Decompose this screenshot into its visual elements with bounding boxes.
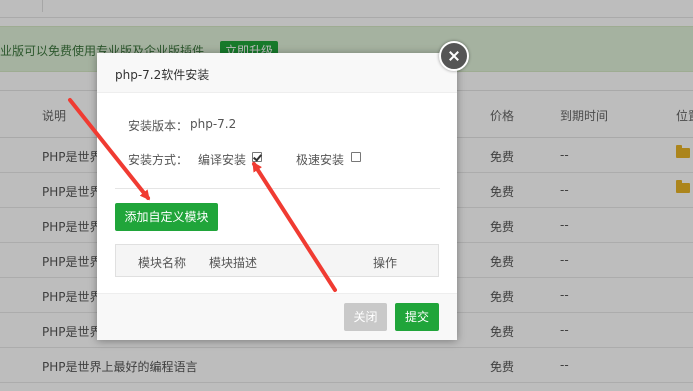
compile-install-checkbox[interactable] bbox=[252, 152, 262, 162]
version-value: php-7.2 bbox=[190, 117, 237, 131]
dialog-title: php-7.2软件安装 bbox=[115, 68, 210, 82]
install-dialog: php-7.2软件安装 安装版本： php-7.2 安装方式： 编译安装 极速安… bbox=[97, 53, 457, 340]
add-custom-module-button[interactable]: 添加自定义模块 bbox=[115, 203, 218, 231]
fast-install-checkbox[interactable] bbox=[351, 152, 361, 162]
dialog-footer: 关闭 提交 bbox=[97, 293, 457, 340]
module-name-header: 模块名称 bbox=[138, 256, 187, 270]
close-button[interactable]: 关闭 bbox=[344, 303, 387, 331]
method-label: 安装方式： bbox=[128, 153, 189, 167]
divider bbox=[115, 188, 440, 189]
module-desc-header: 模块描述 bbox=[209, 256, 258, 270]
dialog-header: php-7.2软件安装 bbox=[97, 53, 457, 93]
close-icon[interactable] bbox=[439, 41, 469, 71]
module-table-header: 模块名称 模块描述 操作 bbox=[115, 244, 439, 277]
module-action-header: 操作 bbox=[373, 256, 398, 270]
fast-install-label[interactable]: 极速安装 bbox=[296, 151, 344, 168]
version-label: 安装版本： bbox=[128, 119, 189, 133]
submit-button[interactable]: 提交 bbox=[395, 303, 439, 331]
compile-install-label[interactable]: 编译安装 bbox=[198, 151, 246, 168]
